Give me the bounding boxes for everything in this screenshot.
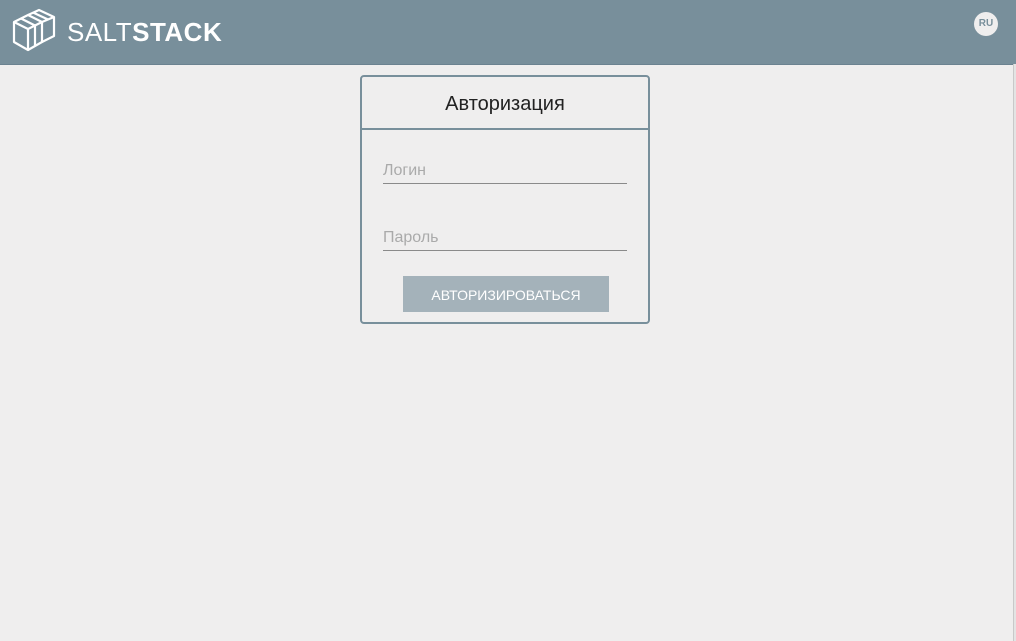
logo-text-stack: STACK (132, 17, 223, 47)
saltstack-cube-icon (12, 8, 56, 52)
login-input[interactable] (383, 162, 627, 183)
login-field (383, 162, 627, 184)
app-header: SALTSTACK RU (0, 0, 1016, 65)
logo-text-salt: SALT (67, 17, 133, 47)
logo-text: SALTSTACK (67, 19, 222, 45)
login-title: Авторизация (362, 77, 648, 130)
saltstack-logo[interactable]: SALTSTACK (12, 8, 222, 56)
language-switch-button[interactable]: RU (974, 12, 998, 36)
password-input[interactable] (383, 229, 627, 250)
login-card: Авторизация АВТОРИЗИРОВАТЬСЯ (360, 75, 650, 324)
login-submit-button[interactable]: АВТОРИЗИРОВАТЬСЯ (403, 276, 609, 312)
password-field (383, 229, 627, 251)
